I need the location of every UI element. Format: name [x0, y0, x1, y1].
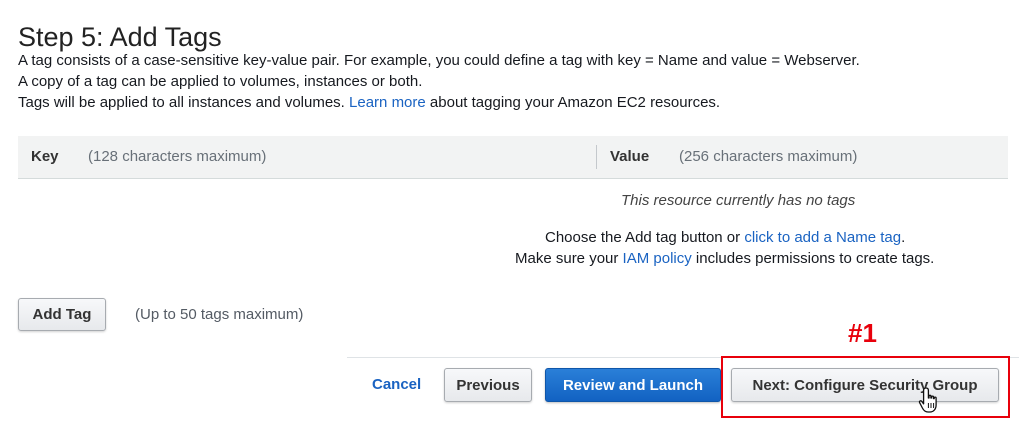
tags-table-header: Key (128 characters maximum) Value (256 … [18, 136, 1008, 179]
help-line-period: . [901, 229, 906, 246]
add-tag-button[interactable]: Add Tag [18, 298, 106, 331]
key-column-header: Key [31, 148, 59, 165]
help-line-text: Choose the Add tag button or [545, 229, 741, 246]
tag-description-text: Tags will be applied to all instances an… [18, 94, 345, 111]
help-line-suffix: includes permissions to create tags. [695, 250, 935, 267]
hand-cursor-icon [918, 387, 937, 413]
value-column-header: Value [610, 148, 650, 165]
tag-description-suffix: about tagging your Amazon EC2 resources. [429, 94, 721, 111]
iam-policy-link[interactable]: IAM policy [623, 250, 692, 267]
review-and-launch-button[interactable]: Review and Launch [545, 368, 721, 402]
tag-description-line-2: A copy of a tag can be applied to volume… [18, 73, 423, 90]
help-line-text: Make sure your [515, 250, 619, 267]
help-line-iam: Make sure your IAM policy includes permi… [515, 250, 934, 267]
key-column-hint: (128 characters maximum) [88, 148, 267, 165]
value-column-hint: (256 characters maximum) [679, 148, 858, 165]
annotation-label: #1 [848, 318, 877, 348]
annotation-highlight-box [721, 356, 1010, 418]
page-title: Step 5: Add Tags [18, 22, 222, 52]
cancel-button[interactable]: Cancel [372, 376, 421, 393]
empty-tags-message: This resource currently has no tags [621, 192, 856, 209]
column-divider [596, 145, 597, 169]
add-name-tag-link[interactable]: click to add a Name tag [744, 229, 901, 246]
previous-button[interactable]: Previous [444, 368, 532, 402]
tag-description-line-1: A tag consists of a case-sensitive key-v… [18, 52, 860, 69]
add-tag-limit-hint: (Up to 50 tags maximum) [135, 306, 304, 323]
help-line-add-tag: Choose the Add tag button or click to ad… [545, 229, 905, 246]
learn-more-link[interactable]: Learn more [349, 94, 426, 111]
tag-description-line-3: Tags will be applied to all instances an… [18, 94, 720, 111]
